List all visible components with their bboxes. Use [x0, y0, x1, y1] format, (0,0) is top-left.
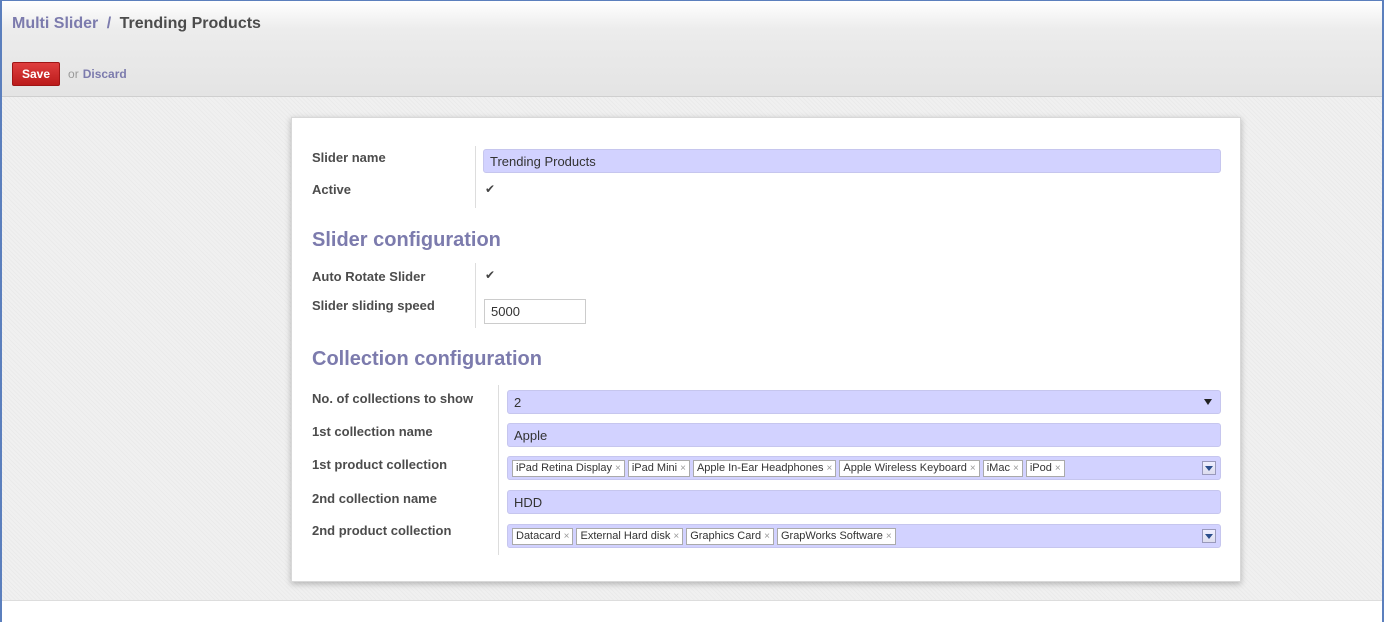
dropdown-arrow-icon[interactable] [1202, 461, 1216, 475]
product-tag-label: External Hard disk [580, 529, 671, 542]
second-product-collection-label: 2nd product collection [312, 523, 452, 538]
or-text: or [68, 67, 79, 81]
first-product-collection-field[interactable]: iPad Retina Display × iPad Mini × Apple In-E… [507, 456, 1221, 480]
product-tag: iPad Mini × [627, 459, 690, 477]
product-tag: Apple Wireless Keyboard × [839, 459, 980, 477]
product-tag: iMac × [982, 459, 1023, 477]
first-product-collection-label: 1st product collection [312, 457, 448, 472]
auto-rotate-label: Auto Rotate Slider [312, 269, 426, 284]
second-product-collection-field[interactable]: Datacard × External Hard disk × Graphics Car… [507, 524, 1221, 548]
remove-tag-icon[interactable]: × [1055, 463, 1061, 474]
group-divider [498, 385, 499, 555]
remove-tag-icon[interactable]: × [886, 531, 892, 542]
product-tag: iPad Retina Display × [512, 459, 625, 477]
second-collection-name-label: 2nd collection name [312, 491, 437, 506]
num-collections-value: 2 [514, 395, 522, 410]
collection-configuration-title: Collection configuration [312, 348, 542, 370]
product-tag-label: GrapWorks Software [780, 529, 883, 542]
first-product-collection-tags: iPad Retina Display × iPad Mini × Apple In-E… [512, 459, 1216, 477]
remove-tag-icon[interactable]: × [970, 463, 976, 474]
control-panel: Multi Slider / Trending Products Save or… [2, 1, 1382, 97]
active-label: Active [312, 182, 352, 197]
remove-tag-icon[interactable]: × [827, 463, 833, 474]
remove-tag-icon[interactable]: × [564, 531, 570, 542]
slider-name-label: Slider name [312, 150, 386, 165]
slider-configuration-title: Slider configuration [312, 229, 501, 251]
remove-tag-icon[interactable]: × [680, 463, 686, 474]
slider-name-input[interactable]: Trending Products [483, 149, 1221, 173]
form-actions: Save or Discard [12, 62, 127, 86]
product-tag: GrapWorks Software × [776, 527, 896, 545]
bottom-strip [2, 600, 1382, 622]
remove-tag-icon[interactable]: × [764, 531, 770, 542]
product-tag-label: Apple Wireless Keyboard [843, 461, 967, 474]
product-tag: External Hard disk × [576, 527, 684, 545]
product-tag-label: iPad Retina Display [516, 461, 612, 474]
product-tag: iPod × [1025, 459, 1065, 477]
product-tag-label: Graphics Card [690, 529, 762, 542]
save-button[interactable]: Save [12, 62, 61, 86]
form-sheet: Slider name Trending Products Active ✔ S… [291, 117, 1241, 582]
discard-link[interactable]: Discard [83, 67, 127, 81]
group-divider [475, 146, 476, 208]
remove-tag-icon[interactable]: × [1013, 463, 1019, 474]
first-collection-name-label: 1st collection name [312, 424, 433, 439]
remove-tag-icon[interactable]: × [615, 463, 621, 474]
breadcrumb-parent-link[interactable]: Multi Slider [12, 15, 98, 32]
breadcrumb: Multi Slider / Trending Products [12, 15, 261, 33]
product-tag-label: iMac [986, 461, 1010, 474]
first-collection-name-input[interactable]: Apple [507, 423, 1221, 447]
num-collections-label: No. of collections to show [312, 391, 474, 406]
group-divider [475, 263, 476, 328]
second-product-collection-tags: Datacard × External Hard disk × Graphics Car… [512, 527, 1216, 545]
breadcrumb-current: Trending Products [119, 15, 261, 32]
sliding-speed-input[interactable]: 5000 [484, 299, 586, 324]
chevron-down-icon [1204, 399, 1212, 405]
auto-rotate-checkbox[interactable]: ✔ [485, 268, 495, 282]
active-checkbox[interactable]: ✔ [485, 182, 495, 196]
product-tag: Graphics Card × [686, 527, 774, 545]
dropdown-arrow-icon[interactable] [1202, 529, 1216, 543]
product-tag-label: Datacard [516, 529, 561, 542]
product-tag: Apple In-Ear Headphones × [692, 459, 837, 477]
product-tag: Datacard × [512, 527, 574, 545]
breadcrumb-separator: / [106, 15, 112, 32]
second-collection-name-input[interactable]: HDD [507, 490, 1221, 514]
remove-tag-icon[interactable]: × [673, 531, 679, 542]
product-tag-label: Apple In-Ear Headphones [696, 461, 824, 474]
num-collections-select[interactable]: 2 [507, 390, 1221, 414]
product-tag-label: iPad Mini [631, 461, 678, 474]
sliding-speed-label: Slider sliding speed [312, 298, 435, 313]
product-tag-label: iPod [1029, 461, 1052, 474]
